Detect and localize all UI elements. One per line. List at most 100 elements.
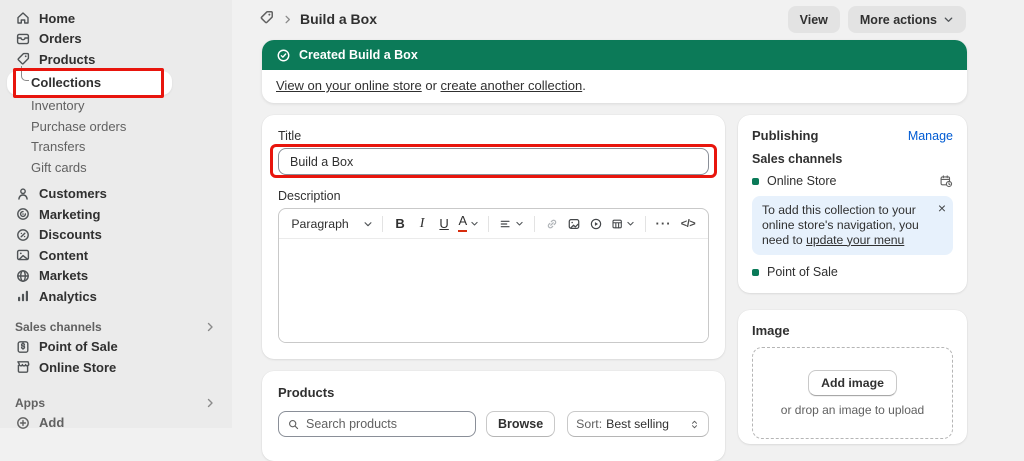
italic-button[interactable]: I [412, 212, 432, 236]
markets-globe-icon [15, 268, 31, 284]
product-search-box [278, 411, 476, 437]
chevron-down-icon [470, 219, 479, 228]
toolbar-divider [488, 215, 490, 232]
sidebar-item-online-store[interactable]: Online Store [0, 357, 232, 378]
sidebar-item-markets[interactable]: Markets [0, 266, 232, 287]
underline-button[interactable]: U [434, 212, 454, 236]
analytics-bars-icon [15, 288, 31, 304]
breadcrumb-chevron-icon [282, 14, 293, 25]
add-image-button[interactable]: Add image [808, 369, 897, 396]
channel-active-dot [752, 268, 759, 276]
description-label: Description [278, 189, 341, 203]
chevron-right-icon [204, 397, 216, 409]
products-tag-icon [15, 51, 31, 67]
create-another-collection-link[interactable]: create another collection [441, 78, 583, 93]
sidebar-item-marketing[interactable]: Marketing [0, 204, 232, 225]
sidebar-item-gift-cards[interactable]: Gift cards [0, 157, 232, 178]
sidebar-item-home[interactable]: Home [0, 8, 232, 29]
shopify-admin-app: Home Orders Products Collections Invento… [0, 0, 1024, 461]
chevron-down-icon [515, 219, 524, 228]
insert-table-button[interactable] [608, 212, 638, 236]
toolbar-divider [645, 215, 647, 232]
left-column: Title Description Paragraph [262, 115, 725, 461]
channel-active-dot [752, 177, 759, 185]
toolbar-divider [382, 215, 384, 232]
more-actions-button[interactable]: More actions [847, 6, 966, 33]
customers-icon [15, 186, 31, 202]
point-of-sale-icon [15, 339, 31, 355]
banner-title: Created Build a Box [299, 48, 418, 62]
page-title: Build a Box [300, 11, 378, 27]
sidebar-item-transfers[interactable]: Transfers [0, 137, 232, 158]
chevron-right-icon [204, 321, 216, 333]
sidebar-item-content[interactable]: Content [0, 245, 232, 266]
sidebar-item-add-app[interactable]: Add [0, 413, 232, 434]
navigation-info-box: To add this collection to your online st… [752, 196, 953, 256]
title-description-card: Title Description Paragraph [262, 115, 725, 359]
header-actions: View More actions [787, 6, 966, 33]
sidebar-section-apps[interactable]: Apps [0, 393, 232, 413]
browse-button[interactable]: Browse [486, 411, 556, 437]
alignment-button[interactable] [496, 212, 526, 236]
products-heading: Products [278, 385, 335, 400]
sidebar-item-analytics[interactable]: Analytics [0, 286, 232, 307]
sidebar-item-orders[interactable]: Orders [0, 29, 232, 50]
success-banner: Created Build a Box View on your online … [262, 40, 967, 103]
sidebar-section-sales-channels[interactable]: Sales channels [0, 317, 232, 337]
sidebar: Home Orders Products Collections Invento… [0, 0, 232, 430]
publishing-card: Publishing Manage Sales channels Online … [738, 115, 967, 294]
search-icon [287, 418, 300, 431]
editor-toolbar: Paragraph B I U A ··· </> [279, 209, 708, 239]
channel-row-online-store: Online Store [752, 174, 953, 188]
more-formatting-button[interactable]: ··· [653, 212, 674, 236]
image-heading: Image [752, 323, 790, 339]
sort-select[interactable]: Sort: Best selling [567, 411, 709, 437]
insert-link-button[interactable] [542, 212, 562, 236]
paragraph-style-dropdown[interactable]: Paragraph [289, 212, 375, 236]
title-label: Title [278, 129, 302, 143]
image-dropzone[interactable]: Add image or drop an image to upload [752, 347, 953, 440]
products-card: Products Browse Sort: Best [262, 371, 725, 461]
description-editor-body[interactable] [279, 239, 708, 342]
add-circle-icon [15, 415, 31, 431]
text-color-button[interactable]: A [456, 212, 481, 236]
chevron-down-icon [626, 219, 635, 228]
drop-hint-text: or drop an image to upload [780, 402, 925, 417]
schedule-calendar-icon[interactable] [939, 174, 953, 188]
close-icon[interactable]: × [938, 201, 946, 215]
publishing-heading: Publishing [752, 128, 819, 143]
sidebar-item-products[interactable]: Products [0, 49, 232, 70]
marketing-icon [15, 206, 31, 222]
online-store-icon [15, 359, 31, 375]
orders-icon [15, 31, 31, 47]
home-icon [15, 10, 31, 26]
title-input[interactable] [278, 148, 709, 175]
toolbar-divider [533, 215, 535, 232]
product-search-input[interactable] [306, 417, 467, 431]
discounts-icon [15, 227, 31, 243]
view-online-store-link[interactable]: View on your online store [276, 78, 422, 93]
main-content: Build a Box View More actions Created Bu… [232, 0, 1024, 461]
sales-channels-subheading: Sales channels [752, 152, 843, 166]
page-header: Build a Box View More actions [232, 0, 1024, 38]
right-column: Publishing Manage Sales channels Online … [738, 115, 967, 445]
success-banner-header: Created Build a Box [262, 40, 967, 70]
insert-video-button[interactable] [586, 212, 606, 236]
update-your-menu-link[interactable]: update your menu [806, 233, 904, 247]
sidebar-item-collections[interactable]: Collections [7, 65, 172, 98]
sidebar-item-discounts[interactable]: Discounts [0, 225, 232, 246]
content-area: Created Build a Box View on your online … [232, 38, 1024, 461]
manage-link[interactable]: Manage [908, 129, 953, 143]
sidebar-item-purchase-orders[interactable]: Purchase orders [0, 116, 232, 137]
image-card: Image Add image or drop an image to uplo… [738, 310, 967, 445]
sidebar-item-inventory[interactable]: Inventory [0, 96, 232, 117]
sidebar-item-point-of-sale[interactable]: Point of Sale [0, 337, 232, 358]
sidebar-item-collections-row: Collections [0, 65, 232, 98]
view-button[interactable]: View [787, 6, 840, 33]
bold-button[interactable]: B [390, 212, 410, 236]
show-html-button[interactable]: </> [678, 212, 698, 236]
sidebar-item-customers[interactable]: Customers [0, 184, 232, 205]
insert-image-button[interactable] [564, 212, 584, 236]
channel-row-point-of-sale: Point of Sale [752, 265, 953, 279]
breadcrumb-tag-icon[interactable] [258, 9, 275, 29]
